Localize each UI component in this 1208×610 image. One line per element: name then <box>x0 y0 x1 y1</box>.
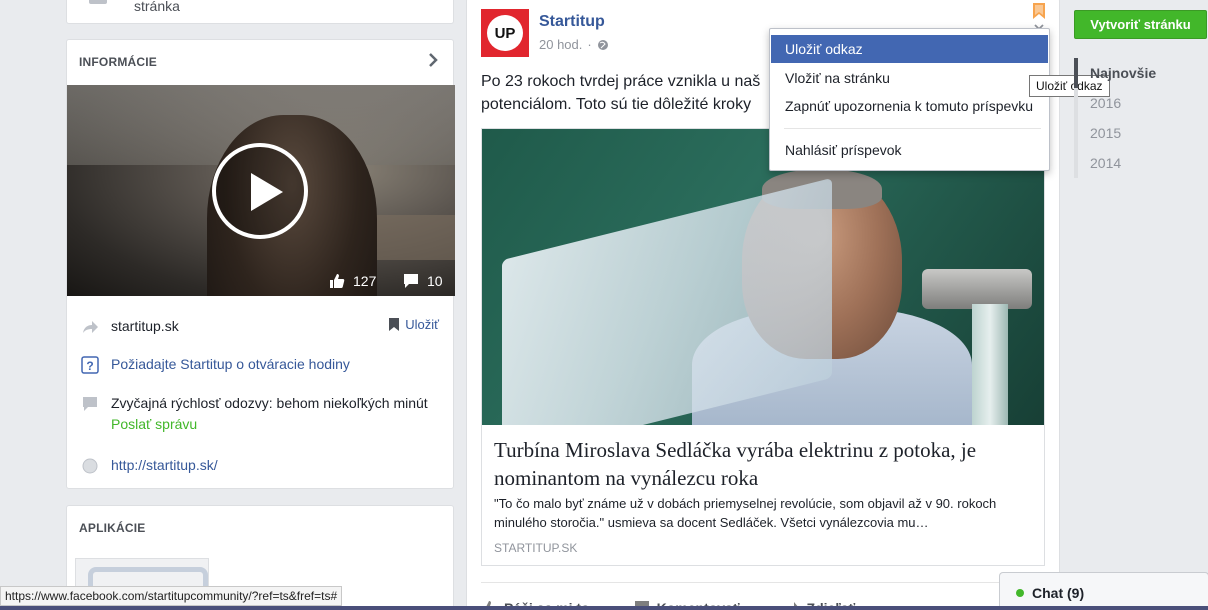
menu-item-save-link[interactable]: Uložiť odkaz <box>771 35 1048 63</box>
website-row: startitup.sk <box>81 318 179 336</box>
apps-heading: APLIKÁCIE <box>79 521 146 535</box>
url-row: http://startitup.sk/ <box>81 457 218 475</box>
status-bar-url: https://www.facebook.com/startitupcommun… <box>0 586 343 606</box>
page-icon <box>89 0 107 4</box>
menu-item-embed[interactable]: Vložiť na stránku <box>771 64 1048 92</box>
website-short[interactable]: startitup.sk <box>111 318 179 334</box>
page-avatar[interactable]: UP <box>481 9 529 57</box>
chat-label: Chat (9) <box>1032 584 1085 601</box>
create-page-button[interactable]: Vytvoriť stránku <box>1074 10 1207 39</box>
timeline-nav: Najnovšie 2016 2015 2014 <box>1074 58 1156 178</box>
page-name-link[interactable]: Startitup <box>539 13 605 31</box>
video-thumbnail[interactable]: 127 10 <box>67 85 455 296</box>
link-source: STARTITUP.SK <box>494 541 578 555</box>
info-card: INFORMÁCIE 127 10 startitup.sk Uložiť ? … <box>66 39 455 489</box>
comment-icon <box>404 274 418 288</box>
info-heading[interactable]: INFORMÁCIE <box>79 55 157 69</box>
send-message-link[interactable]: Poslať správu <box>111 416 428 432</box>
play-icon[interactable] <box>212 143 308 239</box>
message-icon <box>83 397 97 411</box>
globe-icon <box>597 39 608 50</box>
question-icon: ? <box>81 356 99 374</box>
response-row: Zvyčajná rýchlosť odozvy: behom niekoľký… <box>81 395 428 432</box>
save-button[interactable]: Uložiť <box>389 317 439 332</box>
link-preview[interactable]: Turbína Miroslava Sedláčka vyrába elektr… <box>481 128 1045 566</box>
video-likes: 127 <box>329 273 376 289</box>
video-comments: 10 <box>403 273 443 289</box>
post-meta: 20 hod. · <box>539 37 609 52</box>
timeline-item-2015[interactable]: 2015 <box>1074 118 1156 148</box>
thumbs-up-icon <box>330 274 345 288</box>
link-description: "To čo malo byť známe už v dobách priemy… <box>494 496 997 530</box>
link-image[interactable] <box>482 129 1044 425</box>
menu-item-notifications[interactable]: Zapnúť upozornenia k tomuto príspevku <box>771 92 1048 120</box>
website-url[interactable]: http://startitup.sk/ <box>111 457 218 473</box>
menu-divider <box>784 128 1041 129</box>
online-dot-icon <box>1016 588 1024 597</box>
bookmark-icon <box>389 318 400 331</box>
menu-item-report[interactable]: Nahlásiť príspevok <box>771 136 1048 164</box>
hours-row: ? Požiadajte Startitup o otváracie hodin… <box>81 356 350 374</box>
response-speed: Zvyčajná rýchlosť odozvy: behom niekoľký… <box>111 395 428 411</box>
timeline-item-latest[interactable]: Najnovšie <box>1074 58 1156 88</box>
chat-tab[interactable]: Chat (9) <box>999 572 1208 610</box>
chevron-right-icon[interactable] <box>425 52 441 68</box>
pin-flag-icon[interactable] <box>1033 3 1045 19</box>
stub-text: stránka <box>134 0 180 14</box>
timeline-item-2014[interactable]: 2014 <box>1074 148 1156 178</box>
hours-request-link[interactable]: Požiadajte Startitup o otváracie hodiny <box>111 356 350 372</box>
page-stub-card: stránka <box>66 0 454 24</box>
globe-icon <box>82 458 98 474</box>
post-options-menu: Uložiť odkaz Vložiť na stránku Zapnúť up… <box>769 28 1050 171</box>
timeline-item-2016[interactable]: 2016 <box>1074 88 1156 118</box>
post-text: Po 23 rokoch tvrdej práce vznikla u naš … <box>481 73 761 113</box>
link-title[interactable]: Turbína Miroslava Sedláčka vyrába elektr… <box>494 436 1034 492</box>
post-time[interactable]: 20 hod. <box>539 37 582 52</box>
share-arrow-icon <box>83 321 98 333</box>
svg-text:?: ? <box>86 359 93 373</box>
taskbar <box>0 606 1208 610</box>
